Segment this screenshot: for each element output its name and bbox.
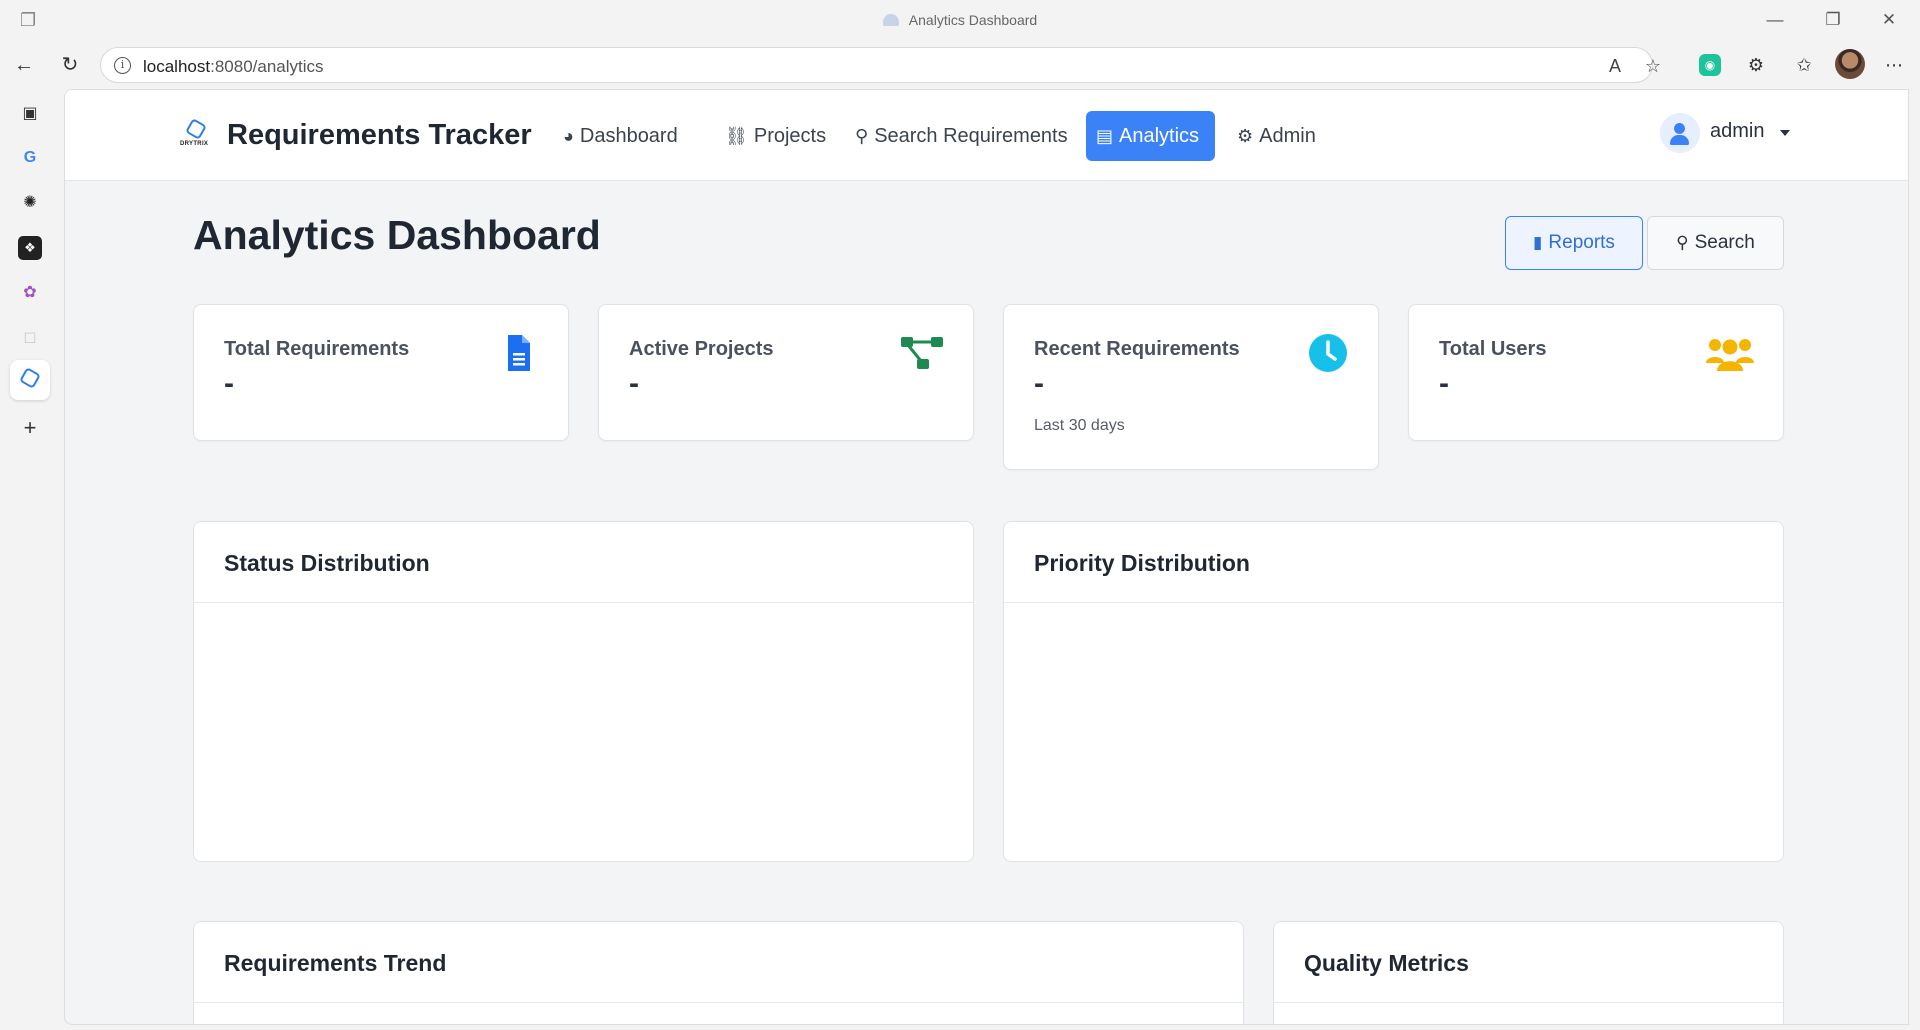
priority-distribution-panel: Priority Distribution (1003, 521, 1784, 862)
requirements-trend-panel: Requirements Trend (193, 921, 1244, 1024)
stat-value: - (1034, 367, 1044, 400)
browser-titlebar: ❐ Analytics Dashboard — ❐ ✕ (0, 0, 1920, 41)
stat-card-recent-requirements: Recent Requirements - Last 30 days (1003, 304, 1379, 470)
app-icon[interactable]: ❖ (18, 236, 42, 260)
stat-value: - (224, 367, 234, 400)
chart-icon: ▤ (1096, 126, 1114, 146)
url-path: :8080/analytics (210, 57, 324, 76)
status-distribution-panel: Status Distribution (193, 521, 974, 862)
url-text[interactable]: localhost:8080/analytics (143, 57, 324, 77)
profile-avatar[interactable] (1835, 49, 1865, 79)
refresh-button[interactable]: ↻ (56, 51, 84, 79)
window-title-text: Analytics Dashboard (908, 12, 1038, 28)
reports-button[interactable]: ▮ Reports (1505, 216, 1643, 270)
document-icon: ▮ (1533, 233, 1543, 252)
stat-label: Active Projects (629, 338, 774, 360)
brand-logo[interactable]: DRYTRIX (180, 118, 211, 151)
panel-title: Quality Metrics (1304, 950, 1469, 976)
panel-header: Priority Distribution (1004, 522, 1783, 603)
search-icon: ⚲ (1676, 233, 1689, 252)
stat-value: - (629, 367, 639, 400)
panel-header: Quality Metrics (1274, 922, 1783, 1003)
gear-icon: ⚙ (1237, 126, 1254, 146)
stat-label: Total Users (1439, 338, 1547, 360)
nav-analytics-label: Analytics (1119, 125, 1200, 147)
back-button[interactable]: ← (10, 51, 38, 79)
google-icon[interactable]: G (18, 146, 42, 170)
active-tab-frame[interactable] (10, 360, 50, 400)
stat-card-total-users: Total Users - (1408, 304, 1784, 441)
brain-icon[interactable]: ✿ (18, 281, 42, 305)
stat-card-total-requirements: Total Requirements - (193, 304, 569, 441)
stat-label: Recent Requirements (1034, 338, 1240, 360)
nav-projects[interactable]: ⛓ Projects (715, 111, 836, 161)
page-viewport: DRYTRIX Requirements Tracker ◕ Dashboard … (64, 89, 1909, 1025)
clock-icon (1309, 334, 1347, 372)
nav-search-requirements[interactable]: ⚲ Search Requirements (845, 111, 1078, 161)
dashboard-icon: ◕ (563, 126, 574, 146)
panel-header: Status Distribution (194, 522, 973, 603)
url-host: localhost (143, 57, 211, 76)
project-tree-icon (901, 337, 943, 369)
window-title: Analytics Dashboard (0, 12, 1920, 28)
panel-title: Status Distribution (224, 550, 430, 576)
panel-header: Requirements Trend (194, 922, 1243, 1003)
stat-label: Total Requirements (224, 338, 410, 360)
add-icon[interactable]: + (18, 416, 42, 440)
document-icon (508, 335, 530, 371)
logo-text: DRYTRIX (180, 141, 209, 147)
favicon-icon (882, 14, 899, 26)
nav-admin[interactable]: ⚙ Admin (1227, 111, 1326, 161)
panel-title: Priority Distribution (1034, 550, 1250, 576)
nav-search-label: Search Requirements (874, 125, 1068, 147)
chevron-down-icon (1780, 130, 1790, 136)
read-aloud-icon[interactable]: A (1603, 54, 1627, 78)
more-menu-icon[interactable]: ⋯ (1880, 51, 1908, 79)
stat-value: - (1439, 367, 1449, 400)
favorites-icon[interactable]: ✩ (1790, 51, 1818, 79)
close-window-button[interactable]: ✕ (1874, 8, 1904, 32)
users-icon (1706, 339, 1754, 371)
nav-projects-label: Projects (753, 125, 827, 147)
projects-icon: ⛓ (725, 126, 748, 146)
favorite-star-icon[interactable]: ☆ (1641, 54, 1665, 78)
search-button[interactable]: ⚲ Search (1647, 216, 1784, 270)
quality-metrics-panel: Quality Metrics (1273, 921, 1784, 1024)
app-navbar: DRYTRIX Requirements Tracker ◕ Dashboard … (65, 90, 1908, 181)
browser-sidebar: ▣ G ✺ ❖ ✿ ◻ + (0, 89, 64, 1030)
search-label: Search (1694, 232, 1755, 253)
logo-hex-icon (185, 118, 207, 140)
address-bar[interactable]: i localhost:8080/analytics A ☆ (100, 47, 1661, 83)
nav-admin-label: Admin (1259, 125, 1316, 147)
browser-toolbar: ← ↻ i localhost:8080/analytics A ☆ ◉ ⚙ ✩… (0, 41, 1920, 89)
user-avatar-icon (1660, 113, 1700, 153)
cube-icon[interactable]: ◻ (18, 326, 42, 350)
nav-analytics[interactable]: ▤ Analytics (1086, 111, 1215, 161)
extension-green-icon[interactable]: ◉ (1699, 54, 1721, 76)
stat-card-active-projects: Active Projects - (598, 304, 974, 441)
nav-dashboard[interactable]: ◕ Dashboard (553, 111, 688, 161)
search-icon: ⚲ (855, 126, 869, 146)
reports-label: Reports (1548, 232, 1615, 253)
panel-title: Requirements Trend (224, 950, 447, 976)
brand-name[interactable]: Requirements Tracker (227, 119, 532, 152)
user-name: admin (1710, 120, 1765, 142)
minimize-button[interactable]: — (1760, 8, 1790, 32)
drytrix-icon (19, 367, 41, 389)
page-title: Analytics Dashboard (193, 212, 601, 258)
nav-dashboard-label: Dashboard (579, 125, 678, 147)
openai-icon[interactable]: ✺ (18, 191, 42, 215)
tabs-icon[interactable]: ▣ (18, 102, 42, 126)
stat-subtext: Last 30 days (1034, 417, 1125, 434)
extensions-icon[interactable]: ⚙ (1742, 51, 1770, 79)
restore-button[interactable]: ❐ (1818, 8, 1848, 32)
site-info-icon[interactable]: i (114, 57, 131, 74)
